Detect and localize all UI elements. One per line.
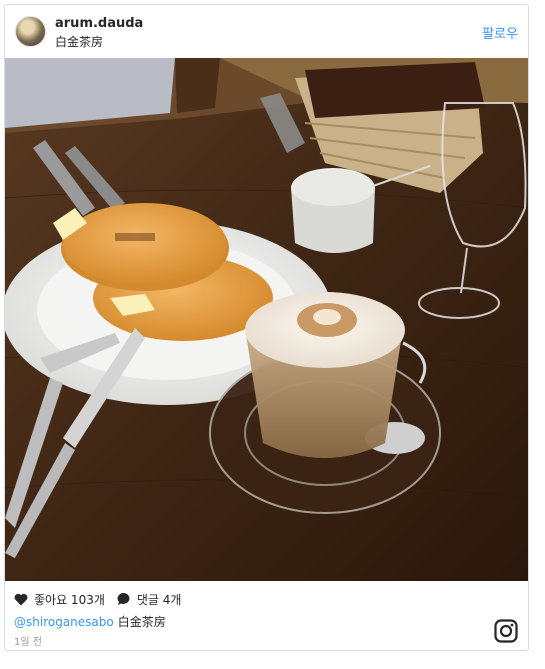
caption-text: 白金茶房 [117, 615, 166, 629]
follow-button[interactable]: 팔로우 [482, 23, 518, 42]
instagram-embed-card: arum.dauda 白金茶房 팔로우 좋아요 103개 댓글 4개 @shir… [4, 4, 529, 651]
timestamp[interactable]: 1일 전 [14, 633, 42, 648]
avatar[interactable] [15, 16, 46, 47]
speech-bubble-icon[interactable] [117, 592, 131, 606]
location[interactable]: 白金茶房 [55, 33, 103, 50]
post-stats: 좋아요 103개 댓글 4개 [14, 590, 193, 608]
instagram-icon[interactable] [494, 619, 518, 647]
caption: @shiroganesabo 白金茶房 [14, 613, 166, 630]
comments[interactable]: 댓글 4개 [117, 591, 182, 608]
post-photo[interactable] [5, 58, 528, 581]
username[interactable]: arum.dauda [55, 16, 143, 31]
post-header: arum.dauda 白金茶房 팔로우 [5, 5, 528, 59]
caption-handle[interactable]: @shiroganesabo [14, 615, 114, 629]
heart-icon[interactable] [14, 593, 28, 606]
likes-count: 좋아요 103개 [34, 592, 105, 607]
likes[interactable]: 좋아요 103개 [14, 591, 105, 608]
comments-count: 댓글 4개 [136, 592, 182, 607]
